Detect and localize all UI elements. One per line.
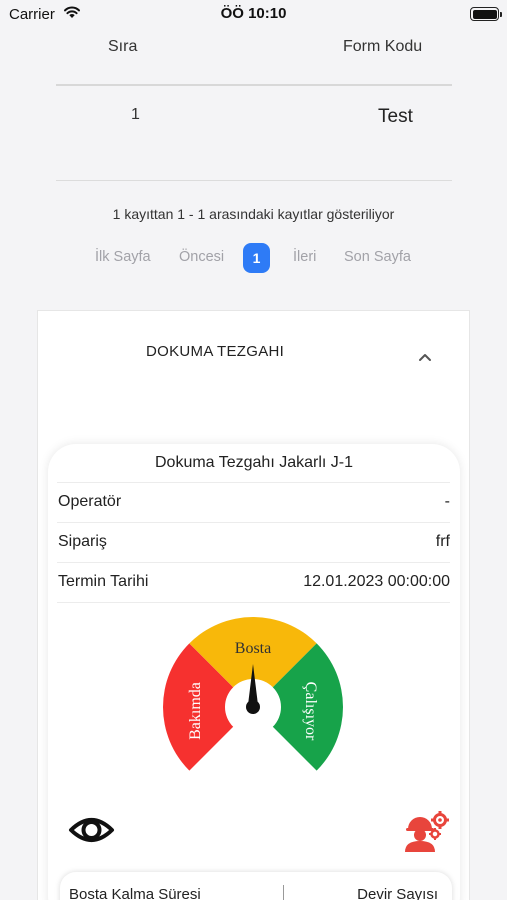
row-divider [57, 482, 450, 483]
table-divider [56, 84, 452, 86]
status-gauge: Bakımda Bosta Çalışıyor [162, 616, 344, 771]
status-bar: Carrier ÖÖ 10:10 [0, 0, 507, 30]
stats-separator [283, 885, 284, 900]
due-date-value: 12.01.2023 00:00:00 [303, 573, 450, 590]
table-divider-bottom [56, 180, 452, 181]
pagination-info: 1 kayıttan 1 - 1 arasındaki kayıtlar gös… [112, 206, 395, 222]
rotation-count-label: Devir Sayısı [357, 886, 438, 900]
column-header-form-kodu: Form Kodu [343, 38, 423, 55]
order-value: frf [435, 533, 450, 550]
clock: ÖÖ 10:10 [220, 5, 287, 22]
row-divider [57, 602, 450, 603]
column-header-sira: Sıra [108, 38, 138, 55]
chevron-up-icon[interactable] [418, 350, 432, 364]
worker-settings-icon[interactable] [402, 810, 450, 852]
pagination: İlk Sayfa Öncesi 1 İleri Son Sayfa [0, 243, 507, 273]
cell-form-kodu: Test [378, 106, 413, 127]
cell-sira: 1 [131, 106, 140, 123]
eye-icon[interactable] [68, 812, 115, 848]
due-date-label: Termin Tarihi [58, 573, 149, 590]
battery-icon [470, 7, 502, 21]
row-divider [57, 522, 450, 523]
gauge-needle-hub [246, 700, 260, 714]
table-header: Sıra Form Kodu [0, 38, 507, 58]
next-page-button[interactable]: İleri [293, 249, 316, 265]
last-page-button[interactable]: Son Sayfa [344, 249, 411, 265]
operator-label: Operatör [58, 493, 122, 510]
panel-title[interactable]: DOKUMA TEZGAHI [146, 343, 284, 360]
order-label: Sipariş [58, 533, 107, 550]
operator-value: - [444, 493, 450, 510]
first-page-button[interactable]: İlk Sayfa [95, 249, 151, 265]
gauge-label-bakimda: Bakımda [187, 682, 204, 740]
machine-title: Dokuma Tezgahı Jakarlı J-1 [154, 454, 353, 471]
previous-page-button[interactable]: Öncesi [179, 249, 224, 265]
table-row[interactable]: 1 Test [0, 100, 507, 140]
gauge-label-calisiyor: Çalışıyor [302, 682, 319, 741]
current-page-button[interactable]: 1 [243, 243, 270, 273]
idle-time-label: Bosta Kalma Süresi [69, 886, 201, 900]
row-divider [57, 562, 450, 563]
gauge-label-bosta: Bosta [235, 640, 271, 657]
